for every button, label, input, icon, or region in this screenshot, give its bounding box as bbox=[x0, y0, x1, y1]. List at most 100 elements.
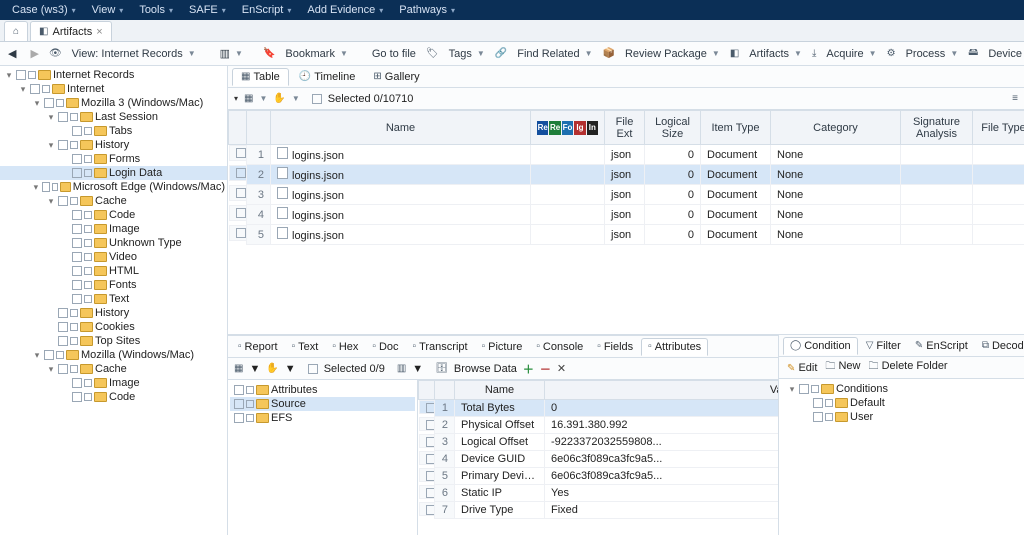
expand-icon[interactable]: ▾ bbox=[32, 182, 40, 193]
expand-icon[interactable]: ▾ bbox=[32, 350, 42, 361]
col-Category[interactable]: Category bbox=[771, 111, 901, 145]
row-checkbox[interactable] bbox=[236, 228, 246, 238]
columns-icon[interactable]: ▥ bbox=[397, 363, 406, 374]
expand-icon[interactable]: ▾ bbox=[18, 84, 28, 95]
bottom-tab-hex[interactable]: ▫Hex bbox=[326, 339, 364, 355]
col-Name[interactable]: Name bbox=[271, 111, 531, 145]
checkbox[interactable] bbox=[42, 182, 50, 192]
menu-tools[interactable]: Tools▾ bbox=[131, 4, 181, 16]
tree-item[interactable]: Cookies bbox=[0, 320, 227, 334]
tree-item[interactable]: Image bbox=[0, 376, 227, 390]
col-Logical Size[interactable]: Logical Size bbox=[645, 111, 701, 145]
checkbox[interactable] bbox=[58, 336, 68, 346]
checkbox[interactable] bbox=[44, 98, 54, 108]
bookmark-button[interactable]: Bookmark▼ bbox=[281, 46, 351, 62]
row-checkbox[interactable] bbox=[426, 488, 435, 498]
tree-item[interactable]: Video bbox=[0, 250, 227, 264]
expand-icon[interactable]: ▾ bbox=[46, 112, 56, 123]
acquire-button[interactable]: Acquire▼ bbox=[822, 46, 880, 62]
checkbox[interactable] bbox=[72, 238, 82, 248]
remove-icon[interactable]: － bbox=[540, 361, 551, 377]
checkbox[interactable] bbox=[72, 378, 82, 388]
checkbox[interactable] bbox=[58, 308, 68, 318]
tree-item[interactable]: Login Data bbox=[0, 166, 227, 180]
bottom-tab-report[interactable]: ▫Report bbox=[232, 339, 284, 355]
cond-tab-condition[interactable]: ◯Condition bbox=[783, 337, 858, 355]
tree-item[interactable]: ▾Microsoft Edge (Windows/Mac) bbox=[0, 180, 227, 194]
attr-col[interactable] bbox=[435, 381, 455, 400]
menu-safe[interactable]: SAFE▾ bbox=[181, 4, 234, 16]
process-button[interactable]: Process▼ bbox=[902, 46, 963, 62]
col-Signature Analysis[interactable]: Signature Analysis bbox=[901, 111, 973, 145]
menu-enscript[interactable]: EnScript▾ bbox=[234, 4, 300, 16]
tree-item[interactable]: Tabs bbox=[0, 124, 227, 138]
attributes-tree[interactable]: AttributesSourceEFS bbox=[228, 380, 418, 535]
conditions-tree[interactable]: ▾ConditionsDefaultUser bbox=[779, 379, 1024, 535]
tags-button[interactable]: Tags▼ bbox=[445, 46, 489, 62]
tree-item[interactable]: Image bbox=[0, 222, 227, 236]
tree-item[interactable]: Top Sites bbox=[0, 334, 227, 348]
bottom-tab-console[interactable]: ▫Console bbox=[530, 339, 589, 355]
tree-item[interactable]: ▾Mozilla (Windows/Mac) bbox=[0, 348, 227, 362]
tree-item[interactable]: ▾Cache bbox=[0, 194, 227, 208]
close-icon[interactable]: × bbox=[96, 26, 102, 38]
checkbox[interactable] bbox=[44, 350, 54, 360]
goto-file-button[interactable]: Go to file bbox=[368, 46, 420, 62]
tree-item[interactable]: ▾Conditions bbox=[783, 382, 1020, 396]
checkbox[interactable] bbox=[72, 392, 82, 402]
checkbox[interactable] bbox=[813, 412, 823, 422]
checkbox[interactable] bbox=[30, 84, 40, 94]
checkbox[interactable] bbox=[72, 126, 82, 136]
bottom-tab-text[interactable]: ▫Text bbox=[286, 339, 325, 355]
expand-icon[interactable]: ▾ bbox=[4, 70, 14, 81]
view-tab-timeline[interactable]: 🕘Timeline bbox=[291, 69, 364, 85]
checkbox[interactable] bbox=[16, 70, 26, 80]
hand-icon[interactable]: ✋ bbox=[266, 363, 278, 374]
attr-col[interactable] bbox=[419, 381, 435, 400]
results-table[interactable]: NameReReFoIgInFile ExtLogical SizeItem T… bbox=[228, 110, 1024, 245]
device-button[interactable]: Device▼ bbox=[984, 46, 1024, 62]
col-File Type[interactable]: File Type bbox=[973, 111, 1024, 145]
row-checkbox[interactable] bbox=[236, 168, 246, 178]
table-row[interactable]: 4logins.jsonjson0DocumentNone bbox=[229, 205, 1024, 225]
table-row[interactable]: 2logins.jsonjson0DocumentNone bbox=[229, 165, 1024, 185]
tree-item[interactable]: User bbox=[783, 410, 1020, 424]
row-checkbox[interactable] bbox=[236, 188, 246, 198]
edit-button[interactable]: ✎ Edit bbox=[787, 362, 817, 374]
col-chk[interactable] bbox=[247, 111, 271, 145]
attr-tree-item[interactable]: Attributes bbox=[230, 383, 415, 397]
expand-icon[interactable]: ▾ bbox=[46, 196, 56, 207]
row-checkbox[interactable] bbox=[236, 148, 246, 158]
menu-icon[interactable]: ≡ bbox=[1012, 93, 1018, 104]
close-icon[interactable]: ✕ bbox=[557, 362, 566, 375]
row-checkbox[interactable] bbox=[236, 208, 246, 218]
row-checkbox[interactable] bbox=[426, 403, 435, 413]
row-checkbox[interactable] bbox=[426, 471, 435, 481]
tree-item[interactable]: Default bbox=[783, 396, 1020, 410]
expand-icon[interactable]: ▾ bbox=[46, 140, 56, 151]
tree-item[interactable]: ▾Internet Records bbox=[0, 68, 227, 82]
attr-tree-item[interactable]: Source bbox=[230, 397, 415, 411]
tree-item[interactable]: History bbox=[0, 306, 227, 320]
menu-add-evidence[interactable]: Add Evidence▾ bbox=[299, 4, 391, 16]
checkbox[interactable] bbox=[813, 398, 823, 408]
view-tab-gallery[interactable]: ⊞Gallery bbox=[365, 69, 427, 85]
cond-tab-filter[interactable]: ▽Filter bbox=[860, 338, 907, 354]
expand-icon[interactable]: ▾ bbox=[32, 98, 42, 109]
delete-folder-button[interactable]: 🗀 Delete Folder bbox=[869, 359, 948, 376]
col-chk[interactable] bbox=[229, 111, 247, 145]
menu-view[interactable]: View▾ bbox=[84, 4, 132, 16]
bottom-tab-picture[interactable]: ▫Picture bbox=[476, 339, 529, 355]
hand-icon[interactable]: ✋ bbox=[273, 93, 285, 104]
checkbox[interactable] bbox=[234, 385, 244, 395]
select-all-checkbox[interactable] bbox=[308, 364, 318, 374]
bottom-tab-doc[interactable]: ▫Doc bbox=[366, 339, 404, 355]
bottom-tab-fields[interactable]: ▫Fields bbox=[591, 339, 639, 355]
cond-tab-decode[interactable]: ⧉Decode bbox=[976, 338, 1024, 354]
tree-item[interactable]: HTML bbox=[0, 264, 227, 278]
bottom-tab-transcript[interactable]: ▫Transcript bbox=[407, 339, 474, 355]
view-tab-table[interactable]: ▦Table bbox=[232, 68, 289, 86]
back-button[interactable]: ◀ bbox=[4, 45, 20, 62]
table-row[interactable]: 3logins.jsonjson0DocumentNone bbox=[229, 185, 1024, 205]
add-icon[interactable]: ＋ bbox=[523, 361, 534, 377]
